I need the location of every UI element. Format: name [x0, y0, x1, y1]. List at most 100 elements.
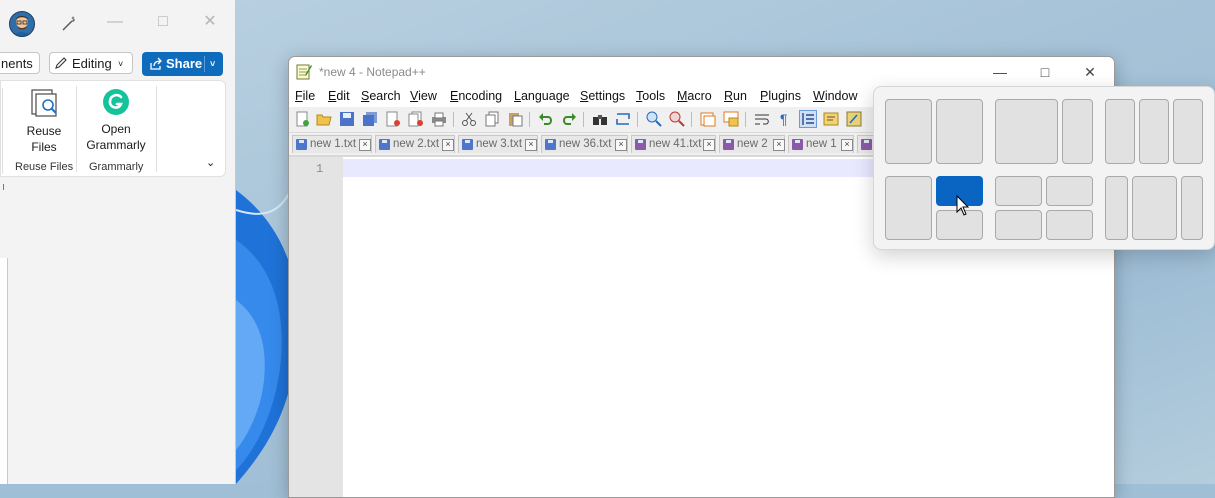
tab-new-41-txt[interactable]: new 41.txt ×	[631, 135, 716, 153]
share-button[interactable]: Share ˅	[142, 52, 223, 76]
unsaved-file-icon	[861, 139, 872, 150]
designer-icon[interactable]	[60, 15, 78, 33]
menu-macro[interactable]: Macro	[677, 89, 712, 103]
open-file-icon[interactable]	[316, 111, 332, 127]
snap-zone-third-right[interactable]	[1173, 99, 1203, 164]
snap-zone-third-left[interactable]	[1105, 99, 1135, 164]
open-grammarly-line1: Open	[101, 122, 131, 136]
close-icon[interactable]: ✕	[1075, 61, 1105, 83]
menu-language[interactable]: Language	[514, 89, 570, 103]
tab-new-2[interactable]: new 2 ×	[719, 135, 785, 153]
reuse-files-button[interactable]: Reuse Files	[14, 87, 74, 155]
avatar[interactable]	[9, 11, 35, 37]
unsaved-file-icon	[723, 139, 734, 150]
snap-zone-wide-left[interactable]	[995, 99, 1058, 164]
menu-settings[interactable]: Settings	[580, 89, 625, 103]
redo-icon[interactable]	[561, 111, 577, 127]
menu-run[interactable]: Run	[724, 89, 747, 103]
menu-file[interactable]: File	[295, 89, 315, 103]
snap-zone-quad-top-right[interactable]	[1046, 176, 1093, 206]
indent-guide-icon[interactable]	[799, 110, 817, 128]
tab-new-2-txt[interactable]: new 2.txt ×	[375, 135, 455, 153]
snap-zone-wide-center[interactable]	[1132, 176, 1177, 240]
snap-zone-narrow-right[interactable]	[1062, 99, 1093, 164]
undo-icon[interactable]	[538, 111, 554, 127]
toolbar-separator	[583, 112, 584, 127]
snap-zone-quad-top-left[interactable]	[995, 176, 1042, 206]
open-grammarly-button[interactable]: Open Grammarly	[80, 87, 152, 153]
close-all-icon[interactable]	[408, 111, 424, 127]
menu-search[interactable]: Search	[361, 89, 401, 103]
saved-file-icon	[296, 139, 307, 150]
collapse-ribbon-icon[interactable]: ⌄	[206, 156, 215, 169]
show-all-chars-icon[interactable]: ¶	[777, 111, 793, 127]
snap-zone-quad-bottom-left[interactable]	[995, 210, 1042, 240]
ribbon-divider	[2, 88, 3, 174]
menu-encoding[interactable]: Encoding	[450, 89, 502, 103]
snap-zone-half-right[interactable]	[936, 99, 983, 164]
group-divider	[156, 86, 157, 172]
reuse-files-group-label: Reuse Files	[15, 161, 74, 173]
paste-icon[interactable]	[507, 111, 523, 127]
tab-close-icon[interactable]: ×	[359, 139, 371, 151]
tab-close-icon[interactable]: ×	[615, 139, 627, 151]
open-grammarly-line2: Grammarly	[86, 138, 146, 152]
save-icon[interactable]	[339, 111, 355, 127]
cut-icon[interactable]	[461, 111, 477, 127]
avatar-face-icon	[13, 16, 31, 36]
unsaved-file-icon	[792, 139, 803, 150]
zoom-in-icon[interactable]	[646, 111, 662, 127]
tab-close-icon[interactable]: ×	[773, 139, 785, 151]
tab-new-1-txt[interactable]: new 1.txt ×	[292, 135, 372, 153]
function-list-icon[interactable]	[846, 111, 862, 127]
snap-zone-narrow-left[interactable]	[1105, 176, 1128, 240]
editing-mode-button[interactable]: Editing ˅	[49, 52, 133, 74]
menu-window[interactable]: Window	[813, 89, 857, 103]
tab-close-icon[interactable]: ×	[442, 139, 454, 151]
wrap-icon[interactable]	[754, 111, 770, 127]
snap-zone-half-left[interactable]	[885, 99, 932, 164]
tab-close-icon[interactable]: ×	[525, 139, 537, 151]
close-file-icon[interactable]	[385, 111, 401, 127]
sync-v-icon[interactable]	[700, 111, 716, 127]
menu-tools[interactable]: Tools	[636, 89, 665, 103]
reuse-files-icon	[31, 89, 57, 117]
comments-button[interactable]: nents	[0, 52, 40, 74]
snap-zone-quad-bottom-right[interactable]	[1046, 210, 1093, 240]
maximize-icon[interactable]: □	[154, 12, 172, 32]
svg-text:¶: ¶	[780, 111, 788, 127]
menu-edit[interactable]: Edit	[328, 89, 350, 103]
minimize-icon[interactable]: —	[106, 12, 124, 32]
sync-h-icon[interactable]	[723, 111, 739, 127]
document-page[interactable]	[0, 258, 8, 484]
close-icon[interactable]: ✕	[201, 12, 219, 32]
tab-close-icon[interactable]: ×	[841, 139, 853, 151]
word-window: — □ ✕ nents Editing ˅ Share ˅ Reuse File…	[0, 0, 236, 484]
toolbar-separator	[637, 112, 638, 127]
find-icon[interactable]	[592, 111, 608, 127]
new-file-icon[interactable]	[294, 111, 310, 127]
group-divider	[76, 86, 77, 172]
chevron-down-icon: ˅	[118, 59, 124, 69]
saved-file-icon	[379, 139, 390, 150]
tab-close-icon[interactable]: ×	[703, 139, 715, 151]
share-dropdown-icon[interactable]: ˅	[210, 52, 215, 76]
menu-view[interactable]: View	[410, 89, 437, 103]
share-divider	[204, 56, 205, 72]
minimize-icon[interactable]: —	[985, 61, 1015, 83]
save-all-icon[interactable]	[362, 111, 378, 127]
maximize-icon[interactable]: □	[1030, 61, 1060, 83]
grammarly-group-label: Grammarly	[89, 161, 144, 173]
print-icon[interactable]	[431, 111, 447, 127]
menu-plugins[interactable]: Plugins	[760, 89, 801, 103]
tab-new-3-txt[interactable]: new 3.txt ×	[458, 135, 538, 153]
doc-map-icon[interactable]	[823, 111, 839, 127]
snap-zone-third-middle[interactable]	[1139, 99, 1169, 164]
replace-icon[interactable]	[615, 111, 631, 127]
snap-zone-left-half[interactable]	[885, 176, 932, 240]
tab-new-1[interactable]: new 1 ×	[788, 135, 854, 153]
zoom-out-icon[interactable]	[669, 111, 685, 127]
copy-icon[interactable]	[484, 111, 500, 127]
tab-new-36-txt[interactable]: new 36.txt ×	[541, 135, 628, 153]
snap-zone-narrow-right-2[interactable]	[1181, 176, 1203, 240]
